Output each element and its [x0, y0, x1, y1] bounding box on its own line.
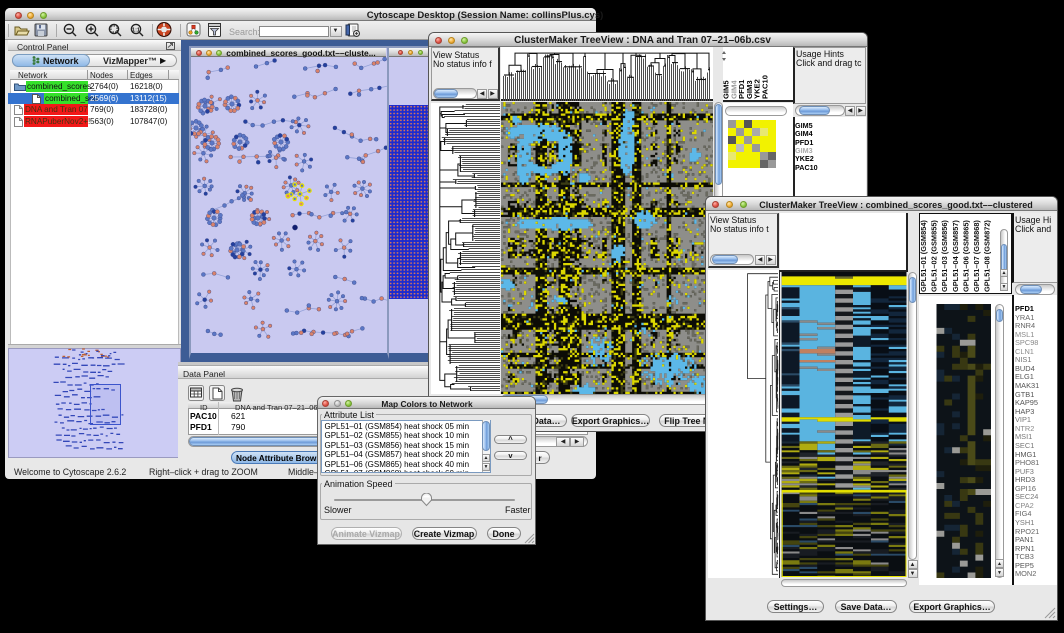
svg-text:GPL51–02 (GSM855): GPL51–02 (GSM855): [930, 220, 939, 292]
svg-text:GPL51–04 (GSM857): GPL51–04 (GSM857): [951, 220, 960, 292]
svg-text:GPL51–07 (GSM868): GPL51–07 (GSM868): [972, 220, 981, 292]
svg-text:GPL51–01 (GSM854): GPL51–01 (GSM854): [919, 220, 928, 292]
svg-text:PAC10: PAC10: [761, 75, 770, 99]
svg-text:GPL51–03 (GSM856): GPL51–03 (GSM856): [940, 220, 949, 292]
svg-text:GPL51–06 (GSM865): GPL51–06 (GSM865): [961, 220, 970, 292]
svg-text:GPL51–08 (GSM872): GPL51–08 (GSM872): [983, 220, 992, 292]
